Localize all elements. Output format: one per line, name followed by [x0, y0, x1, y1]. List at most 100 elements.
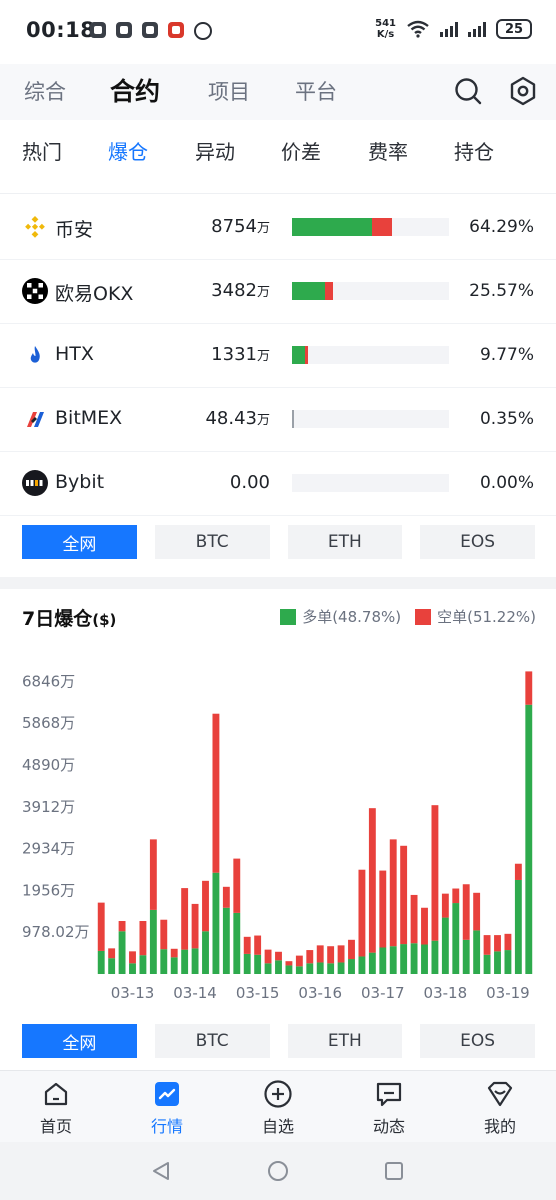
- recents-square-icon[interactable]: [383, 1160, 405, 1182]
- filter-eos-button[interactable]: EOS: [420, 525, 535, 559]
- exchange-row-okx[interactable]: 欧易OKX 3482万 25.57%: [0, 260, 556, 324]
- long-liquidation-bar[interactable]: [202, 931, 209, 974]
- nav-profile[interactable]: 我的: [460, 1079, 540, 1137]
- long-liquidation-bar[interactable]: [233, 912, 241, 974]
- short-liquidation-bar[interactable]: [462, 884, 470, 940]
- short-liquidation-bar[interactable]: [118, 921, 126, 932]
- filter-all-button[interactable]: 全网: [22, 525, 137, 559]
- long-liquidation-bar[interactable]: [514, 879, 522, 974]
- tab-comprehensive[interactable]: 综合: [24, 76, 66, 106]
- short-liquidation-bar[interactable]: [452, 888, 460, 904]
- tab-spread[interactable]: 价差: [281, 136, 321, 165]
- short-liquidation-bar[interactable]: [233, 858, 241, 913]
- filter-all-button[interactable]: 全网: [22, 1024, 137, 1058]
- short-liquidation-bar[interactable]: [149, 839, 157, 910]
- long-liquidation-bar[interactable]: [139, 955, 147, 974]
- home-circle-icon[interactable]: [267, 1160, 289, 1182]
- settings-icon[interactable]: [508, 76, 538, 106]
- short-liquidation-bar[interactable]: [97, 902, 105, 951]
- long-liquidation-bar[interactable]: [118, 931, 126, 974]
- back-triangle-icon[interactable]: [150, 1160, 172, 1182]
- short-liquidation-bar[interactable]: [129, 951, 136, 964]
- long-liquidation-bar[interactable]: [379, 947, 387, 974]
- short-liquidation-bar[interactable]: [337, 945, 345, 963]
- short-liquidation-bar[interactable]: [441, 893, 449, 918]
- long-liquidation-bar[interactable]: [400, 944, 408, 974]
- long-liquidation-bar[interactable]: [316, 962, 324, 974]
- long-liquidation-bar[interactable]: [97, 950, 105, 974]
- short-liquidation-bar[interactable]: [421, 907, 428, 945]
- filter-btc-button[interactable]: BTC: [154, 1024, 270, 1058]
- long-liquidation-bar[interactable]: [504, 950, 512, 974]
- long-liquidation-bar[interactable]: [483, 954, 491, 974]
- short-liquidation-bar[interactable]: [431, 805, 439, 941]
- long-liquidation-bar[interactable]: [368, 952, 376, 974]
- short-liquidation-bar[interactable]: [483, 935, 491, 955]
- filter-eos-button[interactable]: EOS: [420, 1024, 535, 1058]
- short-liquidation-bar[interactable]: [368, 808, 376, 953]
- tab-movement[interactable]: 异动: [195, 136, 235, 165]
- short-liquidation-bar[interactable]: [348, 939, 355, 960]
- short-liquidation-bar[interactable]: [170, 948, 178, 958]
- short-liquidation-bar[interactable]: [358, 869, 366, 957]
- short-liquidation-bar[interactable]: [108, 948, 116, 959]
- nav-market[interactable]: 行情: [127, 1079, 207, 1137]
- short-liquidation-bar[interactable]: [181, 888, 189, 950]
- short-liquidation-bar[interactable]: [494, 935, 501, 952]
- short-liquidation-bar[interactable]: [316, 945, 324, 963]
- long-liquidation-bar[interactable]: [473, 930, 481, 974]
- long-liquidation-bar[interactable]: [129, 963, 136, 974]
- short-liquidation-bar[interactable]: [504, 933, 512, 951]
- long-liquidation-bar[interactable]: [212, 872, 220, 974]
- tab-contract[interactable]: 合约: [110, 72, 160, 108]
- short-liquidation-bar[interactable]: [254, 935, 262, 955]
- long-liquidation-bar[interactable]: [285, 965, 293, 974]
- long-liquidation-bar[interactable]: [462, 939, 470, 974]
- short-liquidation-bar[interactable]: [295, 955, 303, 967]
- short-liquidation-bar[interactable]: [202, 880, 209, 932]
- long-liquidation-bar[interactable]: [337, 962, 345, 974]
- short-liquidation-bar[interactable]: [379, 870, 387, 948]
- tab-project[interactable]: 项目: [208, 76, 250, 106]
- long-liquidation-bar[interactable]: [254, 954, 262, 974]
- long-liquidation-bar[interactable]: [191, 948, 199, 974]
- tab-liquidation[interactable]: 爆仓: [108, 136, 148, 165]
- long-liquidation-bar[interactable]: [389, 946, 397, 974]
- long-liquidation-bar[interactable]: [222, 907, 230, 974]
- short-liquidation-bar[interactable]: [275, 951, 282, 961]
- short-liquidation-bar[interactable]: [306, 950, 314, 964]
- short-liquidation-bar[interactable]: [222, 886, 230, 908]
- search-icon[interactable]: [454, 77, 482, 105]
- long-liquidation-bar[interactable]: [410, 943, 418, 974]
- long-liquidation-bar[interactable]: [264, 963, 272, 974]
- long-liquidation-bar[interactable]: [327, 963, 335, 974]
- tab-hot[interactable]: 热门: [22, 136, 62, 165]
- long-liquidation-bar[interactable]: [348, 959, 355, 974]
- long-liquidation-bar[interactable]: [160, 949, 168, 974]
- filter-eth-button[interactable]: ETH: [287, 1024, 403, 1058]
- long-liquidation-bar[interactable]: [243, 953, 251, 974]
- long-liquidation-bar[interactable]: [149, 909, 157, 974]
- long-liquidation-bar[interactable]: [525, 704, 533, 974]
- long-liquidation-bar[interactable]: [452, 903, 460, 974]
- short-liquidation-bar[interactable]: [212, 713, 220, 873]
- short-liquidation-bar[interactable]: [191, 903, 199, 949]
- long-liquidation-bar[interactable]: [421, 944, 428, 974]
- long-liquidation-bar[interactable]: [295, 966, 303, 974]
- short-liquidation-bar[interactable]: [389, 839, 397, 947]
- short-liquidation-bar[interactable]: [525, 671, 533, 705]
- short-liquidation-bar[interactable]: [473, 892, 481, 931]
- tab-funding-rate[interactable]: 费率: [368, 136, 408, 165]
- exchange-row-binance[interactable]: 币安 8754万 64.29%: [0, 196, 556, 260]
- short-liquidation-bar[interactable]: [285, 961, 293, 966]
- exchange-row-htx[interactable]: HTX 1331万 9.77%: [0, 324, 556, 388]
- short-liquidation-bar[interactable]: [264, 949, 272, 964]
- nav-watchlist[interactable]: 自选: [238, 1079, 318, 1137]
- short-liquidation-bar[interactable]: [160, 919, 168, 950]
- long-liquidation-bar[interactable]: [358, 956, 366, 974]
- long-liquidation-bar[interactable]: [494, 951, 501, 974]
- short-liquidation-bar[interactable]: [410, 894, 418, 944]
- long-liquidation-bar[interactable]: [431, 940, 439, 974]
- tab-platform[interactable]: 平台: [295, 76, 337, 106]
- short-liquidation-bar[interactable]: [514, 863, 522, 880]
